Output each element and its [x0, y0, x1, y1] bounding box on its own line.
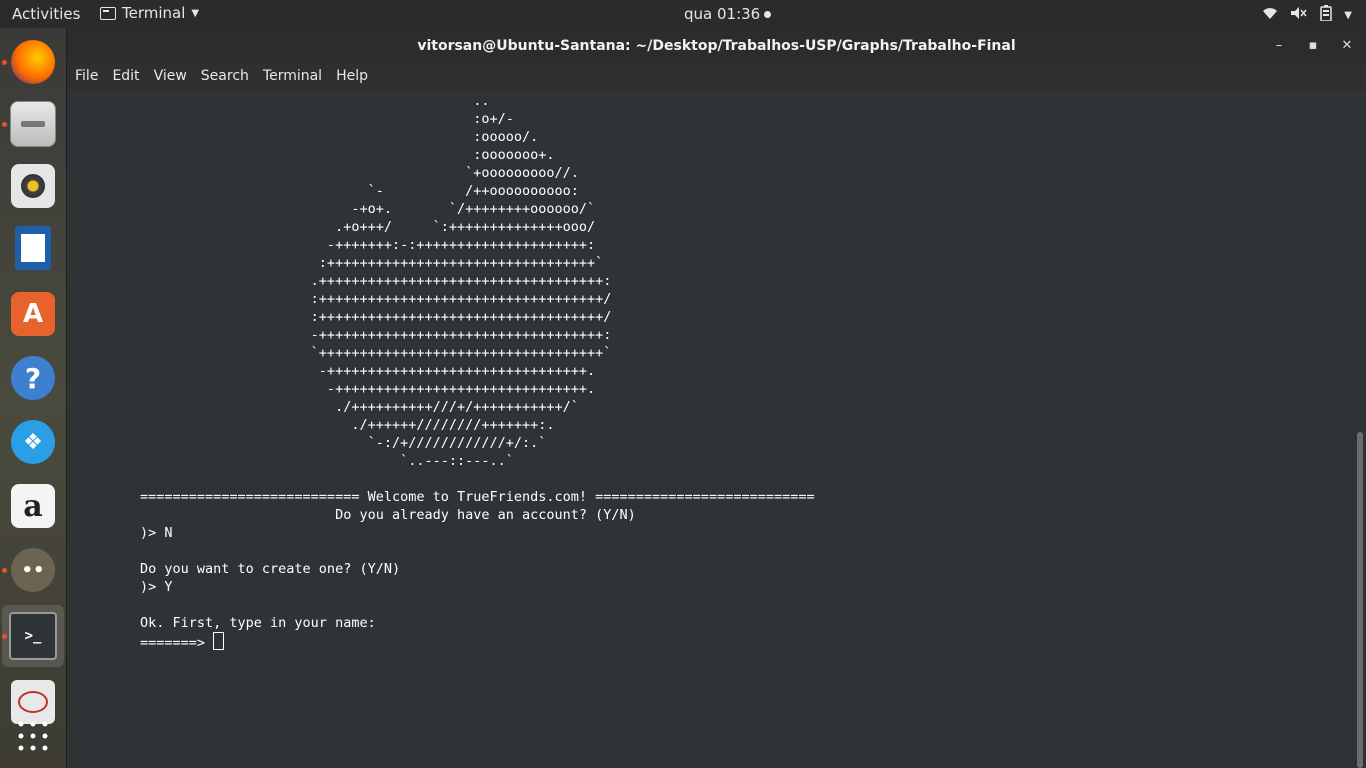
terminal-lines: =========================== Welcome to T…	[140, 489, 815, 631]
help-launcher[interactable]: ?	[2, 347, 64, 409]
volume-muted-icon	[1290, 6, 1308, 24]
terminal-window: vitorsan@Ubuntu-Santana: ~/Desktop/Traba…	[67, 28, 1366, 768]
input-prompt: =======>	[140, 635, 214, 651]
menu-help[interactable]: Help	[328, 64, 374, 84]
minimize-icon: –	[1275, 38, 1283, 53]
dock: A ? ❖ a •• >_	[0, 28, 66, 768]
document-icon	[15, 226, 51, 270]
scrollbar[interactable]	[1357, 432, 1363, 768]
gimp-launcher[interactable]: ••	[2, 539, 64, 601]
amazon-launcher[interactable]: a	[2, 475, 64, 537]
dropbox-icon: ❖	[11, 420, 55, 464]
amazon-icon: a	[11, 484, 55, 528]
text-cursor	[213, 632, 225, 650]
running-indicator-icon	[2, 568, 7, 573]
notification-dot-icon	[764, 11, 772, 18]
clock-label: qua 01:36	[684, 5, 761, 23]
wifi-icon	[1262, 6, 1278, 24]
running-indicator-icon	[2, 60, 7, 65]
top-bar: Activities Terminal ▼ qua 01:36 ▼	[0, 0, 1366, 28]
activities-button[interactable]: Activities	[12, 5, 80, 23]
terminal-icon: >_	[9, 612, 57, 660]
help-icon: ?	[11, 356, 55, 400]
menu-view[interactable]: View	[146, 64, 193, 84]
window-title: vitorsan@Ubuntu-Santana: ~/Desktop/Traba…	[417, 38, 1016, 54]
maximize-button[interactable]: ▪	[1298, 28, 1328, 64]
show-applications-button[interactable]	[2, 705, 64, 767]
maximize-icon: ▪	[1308, 38, 1318, 53]
minimize-button[interactable]: –	[1264, 28, 1294, 64]
software-bag-icon: A	[11, 292, 55, 336]
menu-file[interactable]: File	[67, 64, 104, 84]
terminal-launcher[interactable]: >_	[2, 605, 64, 667]
terminal-icon	[100, 6, 116, 20]
ubuntu-software-launcher[interactable]: A	[2, 283, 64, 345]
menu-terminal[interactable]: Terminal	[255, 64, 328, 84]
ascii-art: .. :o+/- :ooooo/. :ooooooo+. `+ooooooooo…	[310, 93, 612, 469]
dropbox-launcher[interactable]: ❖	[2, 411, 64, 473]
app-menu-label: Terminal	[122, 4, 186, 22]
window-titlebar[interactable]: vitorsan@Ubuntu-Santana: ~/Desktop/Traba…	[67, 28, 1366, 64]
clock[interactable]: qua 01:36	[684, 5, 772, 23]
system-tray[interactable]: ▼	[1262, 5, 1352, 25]
rhythmbox-launcher[interactable]	[2, 155, 64, 217]
gimp-icon: ••	[11, 548, 55, 592]
battery-icon	[1320, 5, 1333, 25]
files-icon	[10, 101, 56, 147]
terminal-text: .. :o+/- :ooooo/. :ooooooo+. `+ooooooooo…	[140, 92, 815, 652]
terminal-output[interactable]: .. :o+/- :ooooo/. :ooooooo+. `+ooooooooo…	[67, 91, 1366, 768]
firefox-icon	[11, 40, 55, 84]
firefox-launcher[interactable]	[2, 31, 64, 93]
running-indicator-icon	[2, 122, 7, 127]
menu-bar: File Edit View Search Terminal Help	[67, 64, 1366, 91]
app-menu[interactable]: Terminal ▼	[100, 4, 199, 22]
writer-launcher[interactable]	[2, 217, 64, 279]
files-launcher[interactable]	[2, 93, 64, 155]
close-button[interactable]: ✕	[1332, 28, 1362, 64]
running-indicator-icon	[2, 634, 7, 639]
menu-search[interactable]: Search	[193, 64, 255, 84]
app-grid-icon	[18, 721, 48, 751]
chevron-down-icon: ▼	[1344, 9, 1352, 21]
menu-edit[interactable]: Edit	[104, 64, 145, 84]
chevron-down-icon: ▼	[191, 7, 200, 19]
close-icon: ✕	[1341, 38, 1353, 53]
speaker-icon	[11, 164, 55, 208]
